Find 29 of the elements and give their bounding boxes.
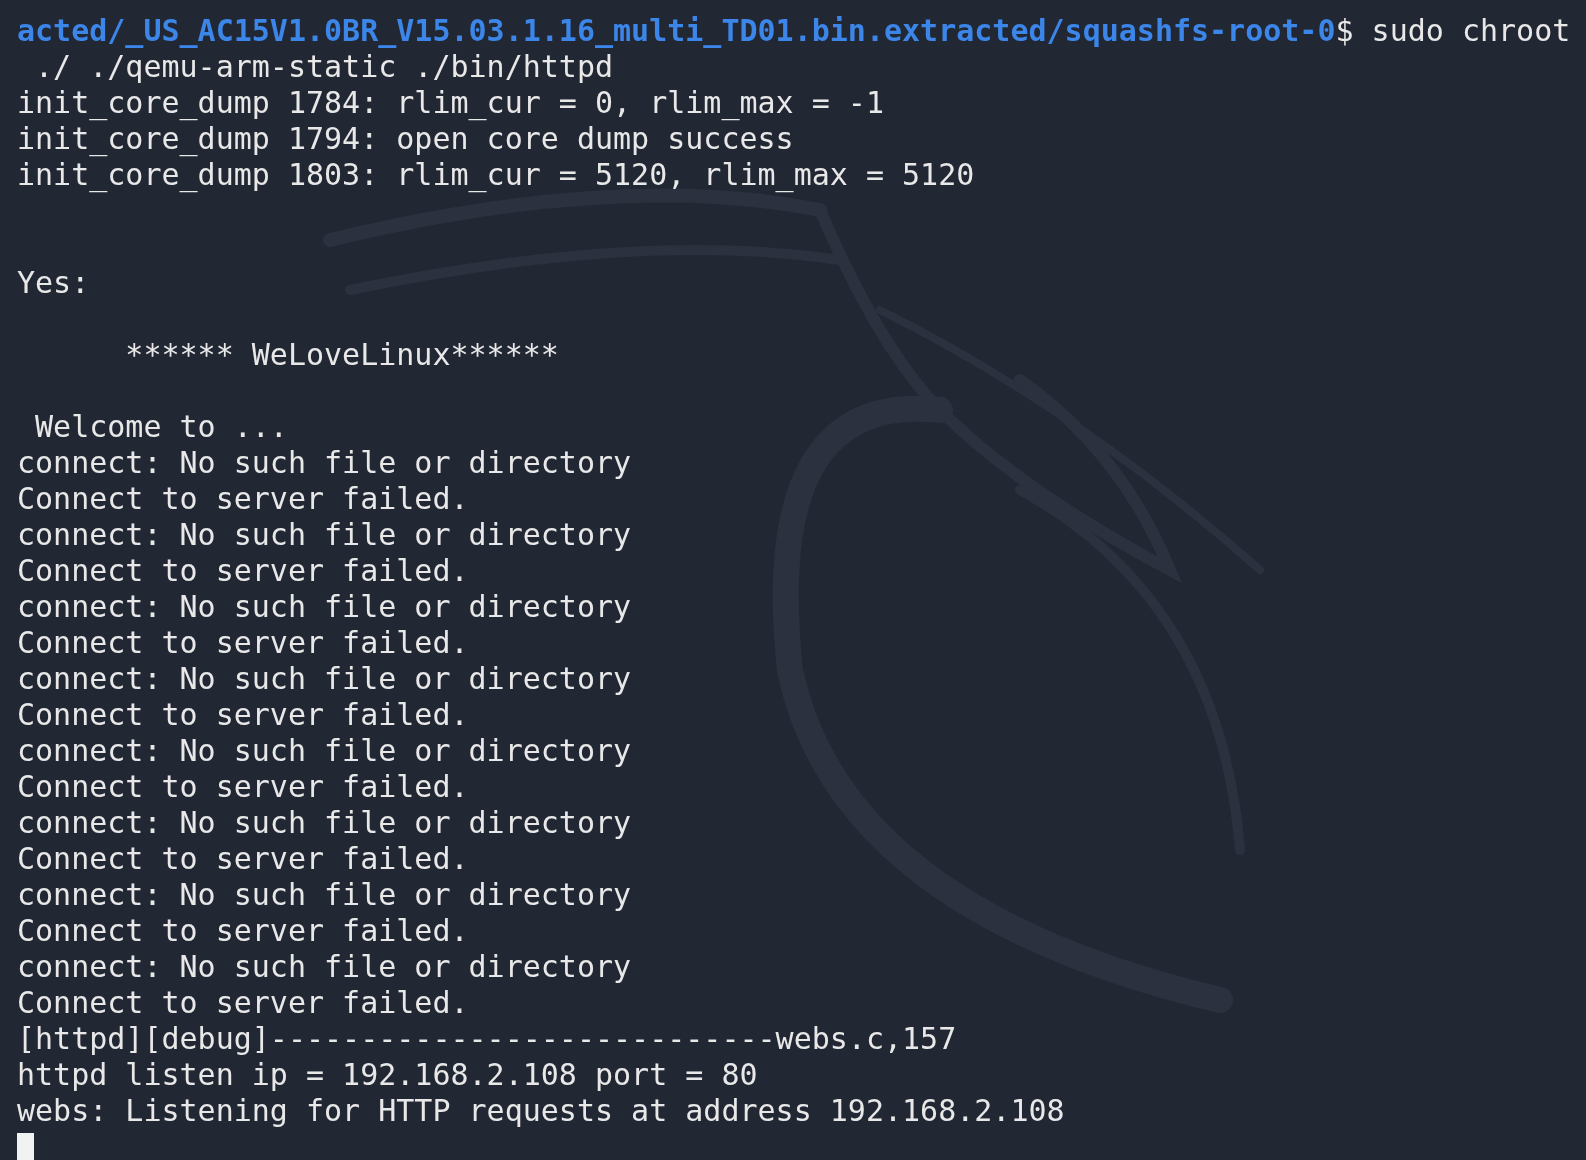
output-line: ****** WeLoveLinux****** <box>124 337 559 372</box>
output-line: Connect to server failed. <box>17 985 469 1020</box>
command-text: $ sudo chroot <box>1335 13 1571 48</box>
output-line: connect: No such file or directory <box>17 949 632 984</box>
output-line: init_core_dump 1784: rlim_cur = 0, rlim_max = -1 <box>17 85 884 120</box>
text-cursor <box>17 1133 34 1160</box>
output-line: connect: No such file or directory <box>17 661 632 696</box>
output-line: init_core_dump 1794: open core dump success <box>17 121 794 156</box>
output-line: connect: No such file or directory <box>17 877 632 912</box>
prompt-path: acted/_US_AC15V1.0BR_V15.03.1.16_multi_TD01.bin.extracted/squashfs-root-0 <box>17 13 1336 48</box>
output-line: Connect to server failed. <box>17 841 469 876</box>
output-line: init_core_dump 1803: rlim_cur = 5120, rlim_max = 5120 <box>17 157 975 192</box>
output-line: Connect to server failed. <box>17 553 469 588</box>
output-line: ./ ./qemu-arm-static ./bin/httpd <box>34 49 614 84</box>
output-line: Connect to server failed. <box>17 481 469 516</box>
output-line: connect: No such file or directory <box>17 733 632 768</box>
output-line: connect: No such file or directory <box>17 589 632 624</box>
output-line: connect: No such file or directory <box>17 805 632 840</box>
output-line: webs: Listening for HTTP requests at address 192.168.2.108 <box>17 1093 1065 1128</box>
output-line: httpd listen ip = 192.168.2.108 port = 80 <box>17 1057 758 1092</box>
output-line: Welcome to ... <box>34 409 288 444</box>
output-line: Connect to server failed. <box>17 625 469 660</box>
output-line: Connect to server failed. <box>17 913 469 948</box>
output-line: Yes: <box>17 265 90 300</box>
output-line: connect: No such file or directory <box>17 445 632 480</box>
output-line: [httpd][debug]----------------------------webs.c,157 <box>17 1021 957 1056</box>
output-line: Connect to server failed. <box>17 769 469 804</box>
output-line: Connect to server failed. <box>17 697 469 732</box>
output-line: connect: No such file or directory <box>17 517 632 552</box>
